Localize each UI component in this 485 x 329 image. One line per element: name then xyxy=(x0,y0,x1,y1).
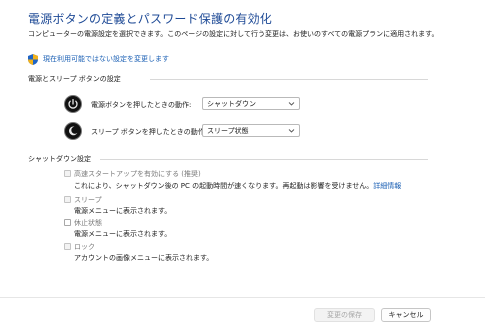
page-title: 電源ボタンの定義とパスワード保護の有効化 xyxy=(28,12,273,26)
sleep-button-action-value: スリープ状態 xyxy=(207,126,249,135)
hibernate-label: 休止状態 xyxy=(74,219,102,227)
hibernate-checkbox[interactable] xyxy=(64,219,71,226)
sleep-checkbox[interactable] xyxy=(64,196,71,203)
fast-startup-label: 高速スタートアップを有効にする (推奨) xyxy=(74,170,201,178)
more-info-link[interactable]: 詳細情報 xyxy=(373,182,401,190)
cancel-button[interactable]: キャンセル xyxy=(381,308,431,322)
sleep-description: 電源メニューに表示されます。 xyxy=(74,207,172,215)
change-unavailable-link[interactable]: 現在利用可能ではない設定を変更します xyxy=(43,54,169,64)
page-description: コンピューターの電源設定を選択できます。このページの設定に対して行う変更は、お使… xyxy=(28,30,439,38)
footer-divider xyxy=(0,297,485,298)
shutdown-section-divider xyxy=(100,159,428,160)
power-button-label: 電源ボタンを押したときの動作: xyxy=(91,101,192,109)
sleep-label: スリープ xyxy=(74,196,102,204)
sleep-button-label: スリープ ボタンを押したときの動作: xyxy=(91,128,208,136)
power-icon xyxy=(64,95,82,113)
save-changes-button[interactable]: 変更の保存 xyxy=(314,308,375,322)
sleep-button-action-select[interactable]: スリープ状態 xyxy=(202,124,300,137)
change-unavailable-settings[interactable]: 現在利用可能ではない設定を変更します xyxy=(28,53,169,65)
uac-shield-icon xyxy=(28,53,38,65)
lock-label: ロック xyxy=(74,243,95,251)
power-section-divider xyxy=(150,79,428,80)
sleep-icon xyxy=(64,122,82,140)
shutdown-section-title: シャットダウン設定 xyxy=(28,155,91,163)
power-button-action-value: シャットダウン xyxy=(207,99,256,108)
lock-description: アカウントの画像メニューに表示されます。 xyxy=(74,254,214,262)
hibernate-description: 電源メニューに表示されます。 xyxy=(74,230,172,238)
fast-startup-description: これにより、シャットダウン後の PC の起動時間が速くなります。再起動は影響を受… xyxy=(74,181,401,191)
fast-startup-checkbox[interactable] xyxy=(64,170,71,177)
power-button-action-select[interactable]: シャットダウン xyxy=(202,97,300,110)
fast-startup-desc-text: これにより、シャットダウン後の PC の起動時間が速くなります。再起動は影響を受… xyxy=(74,182,374,190)
chevron-down-icon xyxy=(288,102,295,106)
power-section-title: 電源とスリープ ボタンの設定 xyxy=(28,75,121,83)
lock-checkbox[interactable] xyxy=(64,243,71,250)
chevron-down-icon xyxy=(288,129,295,133)
